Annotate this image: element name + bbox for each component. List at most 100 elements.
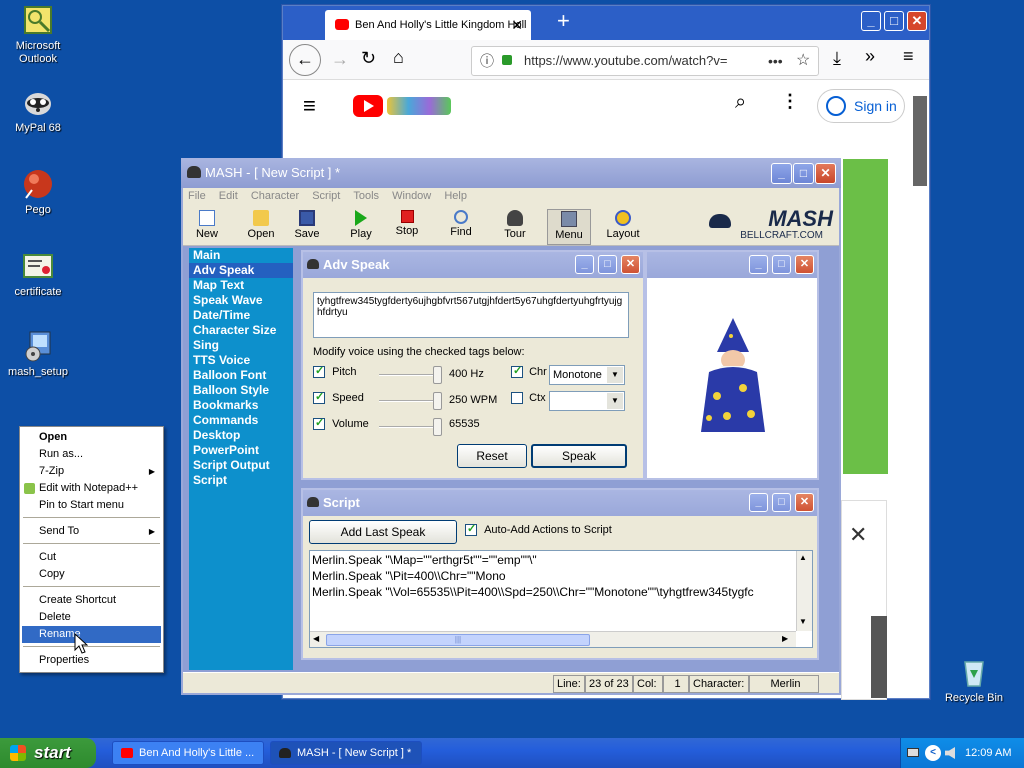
ctx-open[interactable]: Open [22,429,161,446]
pitch-slider[interactable] [379,374,439,376]
pitch-checkbox[interactable] [313,364,325,379]
reset-button[interactable]: Reset [457,444,527,468]
character-title-bar[interactable]: _ □ ✕ [647,252,817,278]
bookmark-star-icon[interactable]: ☆ [796,47,810,75]
nav-item-map-text[interactable]: Map Text [189,278,293,293]
new-button[interactable]: New [185,209,229,245]
keyboard-tray-icon[interactable] [907,748,919,757]
ctx-properties[interactable]: Properties [22,652,161,669]
adv-speak-close-button[interactable]: ✕ [621,255,640,274]
nav-item-sing[interactable]: Sing [189,338,293,353]
character-maximize-button[interactable]: □ [772,255,791,274]
script-maximize-button[interactable]: □ [772,493,791,512]
browser-close-button[interactable]: ✕ [907,11,927,31]
youtube-search-icon[interactable]: ⌕ [735,91,746,114]
nav-item-tts-voice[interactable]: TTS Voice [189,353,293,368]
ctx-delete[interactable]: Delete [22,609,161,626]
ctx-copy[interactable]: Copy [22,566,161,583]
character-close-button[interactable]: ✕ [795,255,814,274]
desktop-icon-outlook[interactable]: Microsoft Outlook [0,4,76,66]
desktop-icon-recycle-bin[interactable]: Recycle Bin [936,656,1012,705]
ctx-checkbox[interactable] [511,392,523,405]
auto-add-checkbox[interactable] [465,522,477,537]
save-button[interactable]: Save [285,209,329,245]
scroll-up-arrow-icon[interactable]: ▲ [799,553,807,562]
browser-maximize-button[interactable]: □ [884,11,904,31]
nav-item-balloon-style[interactable]: Balloon Style [189,383,293,398]
volume-slider-thumb[interactable] [433,418,442,436]
menu-file[interactable]: File [183,188,211,204]
layout-button[interactable]: Layout [601,209,645,245]
ctx-send-to[interactable]: Send To ▶ [22,523,161,540]
taskbar-item-mash[interactable]: MASH - [ New Script ] * [270,741,422,765]
scroll-down-arrow-icon[interactable]: ▼ [799,617,807,626]
nav-item-date-time[interactable]: Date/Time [189,308,293,323]
menu-script[interactable]: Script [307,188,345,204]
nav-item-desktop[interactable]: Desktop [189,428,293,443]
nav-item-adv-speak[interactable]: Adv Speak [189,263,293,278]
adv-speak-title-bar[interactable]: Adv Speak _ □ ✕ [303,252,643,278]
menu-help[interactable]: Help [439,188,472,204]
volume-slider[interactable] [379,426,439,428]
speed-checkbox[interactable] [313,390,325,405]
popup-close-icon[interactable]: ✕ [849,522,867,548]
menu-button[interactable]: Menu [547,209,591,245]
ctx-select[interactable]: ▼ [549,391,625,411]
tour-button[interactable]: Tour [493,209,537,245]
url-bar[interactable]: ⓘ https://www.youtube.com/watch?v= ••• ☆ [471,46,819,76]
speed-slider[interactable] [379,400,439,402]
menu-edit[interactable]: Edit [214,188,243,204]
start-button[interactable]: start [0,738,96,768]
mash-title-bar[interactable]: MASH - [ New Script ] * _ □ ✕ [181,158,841,188]
download-icon[interactable]: ⤓ [833,48,841,69]
menu-window[interactable]: Window [387,188,436,204]
nav-item-bookmarks[interactable]: Bookmarks [189,398,293,413]
character-minimize-button[interactable]: _ [749,255,768,274]
taskbar-item-browser[interactable]: Ben And Holly's Little ... [112,741,264,765]
youtube-logo[interactable] [353,95,453,117]
script-close-button[interactable]: ✕ [795,493,814,512]
ctx-create-shortcut[interactable]: Create Shortcut [22,592,161,609]
ctx-run-as[interactable]: Run as... [22,446,161,463]
desktop-icon-mypal[interactable]: MyPal 68 [0,86,76,135]
ctx-pin-start[interactable]: Pin to Start menu [22,497,161,514]
ctx-edit-notepad[interactable]: Edit with Notepad++ [22,480,161,497]
back-button[interactable]: ← [289,44,321,76]
stop-button[interactable]: Stop [385,209,429,245]
speed-slider-thumb[interactable] [433,392,442,410]
play-button[interactable]: Play [339,209,383,245]
sign-in-button[interactable]: Sign in [817,89,905,123]
horizontal-scroll-thumb[interactable]: ||| [326,634,590,646]
pitch-slider-thumb[interactable] [433,366,442,384]
tab-close-icon[interactable]: ✕ [511,10,523,40]
new-tab-button[interactable]: + [557,8,570,34]
ctx-rename[interactable]: Rename [22,626,161,643]
chr-dropdown-arrow-icon[interactable]: ▼ [607,367,623,383]
script-minimize-button[interactable]: _ [749,493,768,512]
ctx-dropdown-arrow-icon[interactable]: ▼ [607,393,623,409]
script-horizontal-scrollbar[interactable]: ◀ ||| ▶ [310,631,796,647]
youtube-more-icon[interactable]: ⋮ [781,91,799,112]
merlin-character[interactable] [687,316,771,436]
chr-checkbox[interactable] [511,364,523,379]
script-vertical-scrollbar[interactable]: ▲ ▼ [796,551,812,631]
menu-tools[interactable]: Tools [348,188,384,204]
youtube-menu-icon[interactable]: ≡ [303,93,316,119]
nav-item-speak-wave[interactable]: Speak Wave [189,293,293,308]
desktop-icon-mash-setup[interactable]: mash_setup [0,330,76,379]
chr-select[interactable]: Monotone ▼ [549,365,625,385]
home-button[interactable]: ⌂ [393,47,404,68]
overflow-chevron-icon[interactable]: » [865,46,875,67]
nav-item-commands[interactable]: Commands [189,413,293,428]
menu-character[interactable]: Character [246,188,304,204]
tray-expand-icon[interactable]: < [925,745,941,761]
mash-close-button[interactable]: ✕ [815,163,836,184]
video-area[interactable] [843,159,888,474]
scroll-left-arrow-icon[interactable]: ◀ [313,634,319,643]
adv-speak-maximize-button[interactable]: □ [598,255,617,274]
nav-item-main[interactable]: Main [189,248,293,263]
ctx-7zip[interactable]: 7-Zip ▶ [22,463,161,480]
mash-minimize-button[interactable]: _ [771,163,792,184]
speak-text-area[interactable]: tyhgtfrew345tygfderty6ujhgbfvrt567utgjhf… [313,292,629,338]
desktop-icon-certificate[interactable]: certificate [0,250,76,299]
